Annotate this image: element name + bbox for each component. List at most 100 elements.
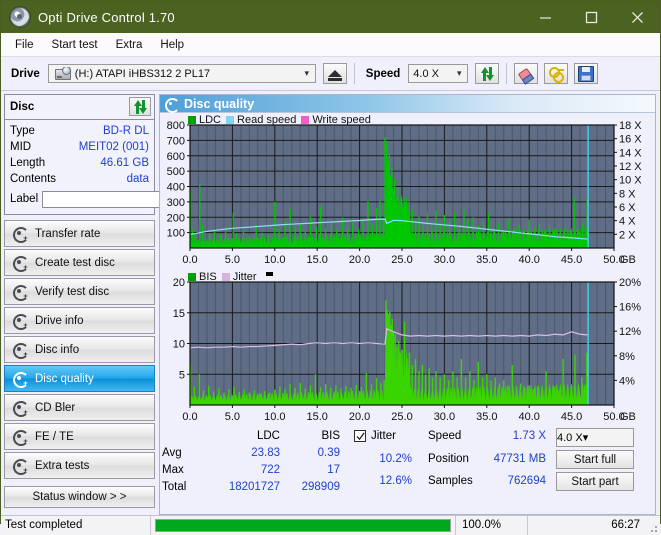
sidebar-item-extra-tests[interactable]: Extra tests bbox=[4, 452, 155, 479]
disc-label-caption: Label bbox=[10, 193, 38, 205]
svg-text:25.0: 25.0 bbox=[391, 254, 412, 266]
speed-label: Speed bbox=[366, 68, 401, 80]
speed-select[interactable]: 4.0 X ▾ bbox=[408, 64, 468, 83]
svg-text:45.0: 45.0 bbox=[561, 411, 582, 423]
save-button[interactable] bbox=[574, 63, 598, 84]
legend-label: Jitter bbox=[233, 271, 257, 283]
refresh-button[interactable] bbox=[475, 63, 499, 84]
svg-text:GB: GB bbox=[620, 254, 636, 266]
samples-stat-value: 762694 bbox=[482, 473, 546, 489]
menu-file[interactable]: File bbox=[10, 36, 43, 54]
legend-label: Write speed bbox=[312, 114, 371, 126]
disc-contents-label: Contents bbox=[10, 173, 56, 185]
disc-icon bbox=[12, 285, 27, 299]
svg-text:15.0: 15.0 bbox=[306, 411, 327, 423]
status-window-button[interactable]: Status window > > bbox=[4, 486, 155, 508]
test-speed-select[interactable]: 4.0 X ▾ bbox=[556, 428, 634, 447]
legend-label: LDC bbox=[199, 114, 221, 126]
close-button[interactable] bbox=[614, 1, 660, 33]
bis-jitter-chart: 51015204%8%12%16%20%0.05.010.015.020.025… bbox=[160, 270, 652, 425]
drive-label: Drive bbox=[11, 68, 40, 80]
keys-icon bbox=[549, 67, 564, 81]
sidebar-item-disc-quality[interactable]: Disc quality bbox=[4, 365, 155, 392]
keys-button[interactable] bbox=[544, 63, 568, 84]
stats-area: LDC BIS Avg 23.83 0.39 Max 722 17 Total … bbox=[160, 425, 655, 495]
svg-text:700: 700 bbox=[167, 135, 185, 147]
svg-text:30.0: 30.0 bbox=[434, 254, 455, 266]
refresh-icon bbox=[480, 67, 495, 81]
menu-help[interactable]: Help bbox=[151, 36, 193, 54]
eject-button[interactable] bbox=[323, 63, 347, 84]
legend-jitter: Jitter bbox=[222, 271, 257, 283]
erase-button[interactable] bbox=[514, 63, 538, 84]
svg-text:35.0: 35.0 bbox=[476, 254, 497, 266]
sidebar-item-fe-te[interactable]: FE / TE bbox=[4, 423, 155, 450]
drive-select-value: (H:) ATAPI iHBS312 2 PL17 bbox=[75, 68, 210, 80]
disc-quality-icon bbox=[165, 98, 178, 110]
disc-label-row: Label bbox=[10, 189, 149, 209]
resize-grip[interactable] bbox=[648, 516, 660, 535]
svg-text:45.0: 45.0 bbox=[561, 254, 582, 266]
position-stat-label: Position bbox=[428, 451, 482, 467]
ldc-chart: 1002003004005006007008002 X4 X6 X8 X10 X… bbox=[160, 113, 652, 268]
legend-label: BIS bbox=[199, 271, 217, 283]
sidebar-item-verify-test-disc[interactable]: Verify test disc bbox=[4, 278, 155, 305]
disc-refresh-button[interactable] bbox=[129, 97, 151, 116]
col-header-bis: BIS bbox=[280, 428, 340, 444]
svg-text:6 X: 6 X bbox=[619, 202, 636, 214]
menu-start-test[interactable]: Start test bbox=[43, 36, 107, 54]
disc-icon bbox=[12, 459, 27, 473]
svg-text:30.0: 30.0 bbox=[434, 411, 455, 423]
sidebar-item-create-test-disc[interactable]: Create test disc bbox=[4, 249, 155, 276]
svg-text:8 X: 8 X bbox=[619, 188, 636, 200]
samples-stat-label: Samples bbox=[428, 473, 482, 489]
sidebar-item-label: Transfer rate bbox=[35, 228, 100, 240]
legend-swatch bbox=[188, 116, 196, 124]
refresh-icon bbox=[133, 100, 148, 114]
svg-text:500: 500 bbox=[167, 166, 185, 178]
title-bar: Opti Drive Control 1.70 bbox=[1, 1, 660, 33]
sidebar-item-drive-info[interactable]: Drive info bbox=[4, 307, 155, 334]
start-part-button[interactable]: Start part bbox=[556, 472, 634, 491]
legend-swatch bbox=[301, 116, 309, 124]
svg-text:800: 800 bbox=[167, 120, 185, 132]
svg-text:35.0: 35.0 bbox=[476, 411, 497, 423]
disc-icon bbox=[12, 227, 27, 241]
disc-icon bbox=[12, 372, 27, 386]
elapsed-time: 66:27 bbox=[528, 516, 648, 535]
disc-row-contents: Contents data bbox=[10, 171, 149, 187]
speed-stat-value: 1.73 X bbox=[482, 428, 546, 444]
sidebar-item-disc-info[interactable]: Disc info bbox=[4, 336, 155, 363]
jitter-checkbox[interactable] bbox=[354, 430, 366, 442]
maximize-button[interactable] bbox=[568, 1, 614, 33]
disc-icon bbox=[12, 401, 27, 415]
sidebar-item-label: Verify test disc bbox=[35, 286, 109, 298]
chevron-down-icon: ▾ bbox=[299, 68, 315, 79]
sidebar-item-transfer-rate[interactable]: Transfer rate bbox=[4, 220, 155, 247]
svg-text:5.0: 5.0 bbox=[225, 254, 240, 266]
chevron-down-icon: ▾ bbox=[451, 68, 467, 79]
drive-icon bbox=[55, 67, 70, 80]
sidebar-item-label: Create test disc bbox=[35, 257, 115, 269]
svg-text:10 X: 10 X bbox=[619, 175, 642, 187]
eraser-icon bbox=[516, 64, 536, 83]
minimize-button[interactable] bbox=[522, 1, 568, 33]
main-content: Disc quality LDC Read speed bbox=[158, 91, 660, 515]
disc-info-box: Disc Type BD-R DL MID MEIT02 (001) bbox=[4, 94, 155, 215]
toolbar-divider-2 bbox=[506, 63, 507, 84]
drive-select[interactable]: (H:) ATAPI iHBS312 2 PL17 ▾ bbox=[48, 64, 316, 83]
svg-text:20.0: 20.0 bbox=[349, 411, 370, 423]
sidebar-item-cd-bler[interactable]: CD Bler bbox=[4, 394, 155, 421]
svg-text:20%: 20% bbox=[619, 277, 641, 289]
disc-row-type: Type BD-R DL bbox=[10, 123, 149, 139]
disc-length-value: 46.61 GB bbox=[100, 157, 149, 169]
svg-text:12%: 12% bbox=[619, 326, 641, 338]
menu-extra[interactable]: Extra bbox=[107, 36, 152, 54]
page-title: Disc quality bbox=[184, 97, 254, 111]
jitter-label: Jitter bbox=[371, 428, 396, 444]
svg-text:15.0: 15.0 bbox=[306, 254, 327, 266]
legend-label: Read speed bbox=[237, 114, 296, 126]
start-full-button[interactable]: Start full bbox=[556, 450, 634, 469]
position-stat-value: 47731 MB bbox=[482, 451, 546, 467]
jitter-stats: Jitter 10.2% 12.6% bbox=[354, 428, 412, 495]
